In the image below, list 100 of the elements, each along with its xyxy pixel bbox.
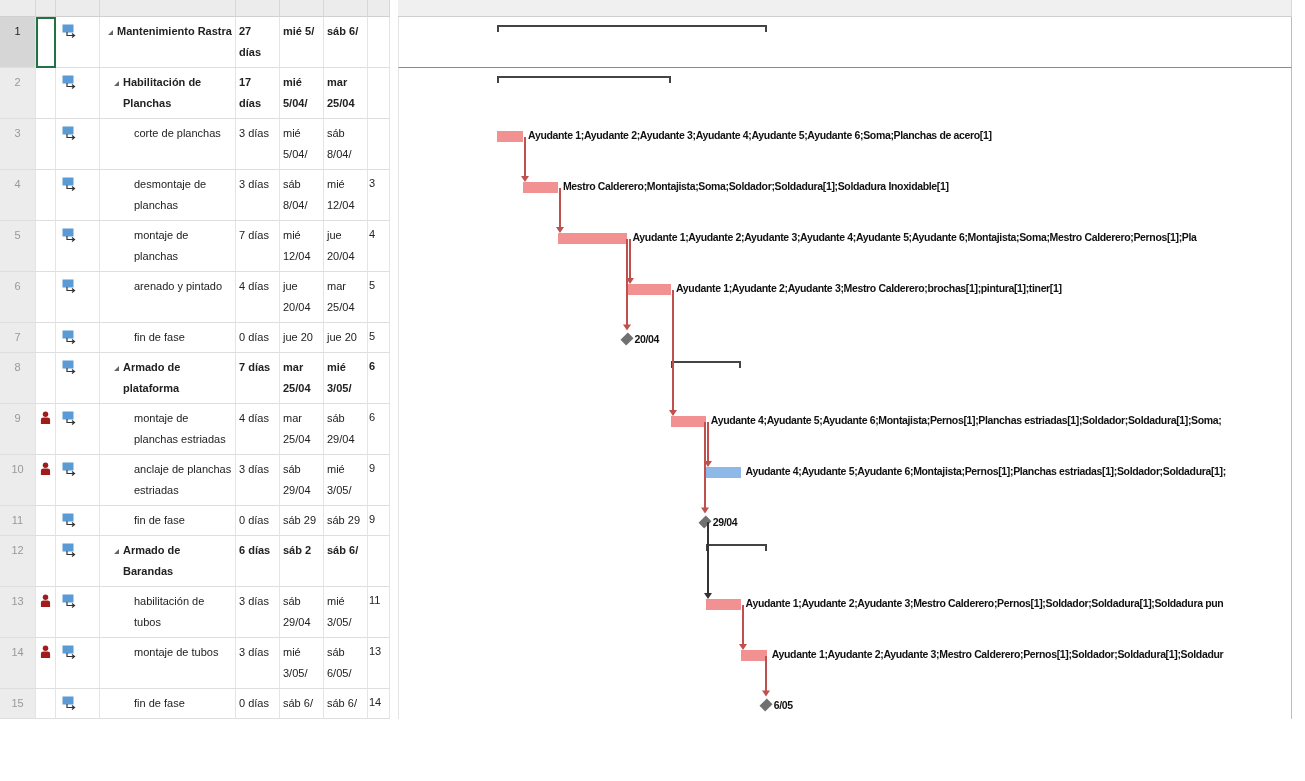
finish-date: mié 12/04: [327, 178, 355, 211]
task-name: desmontaje de planchas: [134, 177, 208, 213]
task-duration: 17 días: [239, 76, 261, 109]
row-number[interactable]: 12: [0, 536, 36, 587]
indicator-cell[interactable]: [36, 353, 56, 404]
indicator-cell[interactable]: [36, 455, 56, 506]
task-name: habilitación de tubos: [134, 594, 206, 630]
indicator-cell[interactable]: [36, 221, 56, 272]
collapse-icon[interactable]: [114, 549, 119, 554]
task-name: anclaje de planchas estriadas: [134, 462, 232, 498]
task-mode-icon: [62, 279, 76, 293]
task-duration: 3 días: [239, 646, 269, 658]
task-name: fin de fase: [134, 513, 185, 528]
indicator-cell[interactable]: [36, 404, 56, 455]
start-date: mié 5/04/: [283, 127, 308, 160]
task-bar[interactable]: [557, 233, 628, 244]
task-bar[interactable]: [671, 416, 706, 427]
task-mode-icon: [62, 228, 76, 242]
task-duration: 3 días: [239, 463, 269, 475]
task-duration: 27 días: [239, 25, 261, 58]
start-date: sáb 6/: [283, 697, 313, 709]
start-date: sáb 2: [283, 544, 312, 556]
indicator-cell[interactable]: [36, 17, 56, 68]
row-number[interactable]: 15: [0, 689, 36, 719]
row-number[interactable]: 6: [0, 272, 36, 323]
task-mode-icon: [62, 126, 76, 140]
person-icon: [40, 645, 51, 658]
column-header[interactable]: [236, 0, 280, 17]
row-number[interactable]: 14: [0, 638, 36, 689]
indicator-cell[interactable]: [36, 170, 56, 221]
finish-date: mié 3/05/: [327, 361, 352, 394]
row-number[interactable]: 2: [0, 68, 36, 119]
task-name: montaje de planchas estriadas: [134, 411, 227, 447]
finish-date: mié 3/05/: [327, 595, 352, 628]
task-bar[interactable]: [740, 650, 767, 661]
start-date: mié 3/05/: [283, 646, 308, 679]
predecessors: 4: [369, 228, 376, 240]
task-name: montaje de tubos: [134, 645, 219, 660]
indicator-cell[interactable]: [36, 689, 56, 719]
row-number[interactable]: 3: [0, 119, 36, 170]
task-mode-icon: [62, 594, 76, 608]
row-number[interactable]: 4: [0, 170, 36, 221]
indicator-cell[interactable]: [36, 638, 56, 689]
task-mode-icon: [62, 513, 76, 527]
summary-bar: [705, 544, 767, 551]
indicator-cell[interactable]: [36, 536, 56, 587]
task-name: Mantenimiento Rastra: [117, 24, 232, 39]
predecessors: 14: [369, 696, 382, 708]
indicator-cell[interactable]: [36, 587, 56, 638]
milestone-date: 20/04: [634, 332, 660, 346]
task-duration: 7 días: [239, 229, 269, 241]
column-header[interactable]: [36, 0, 56, 17]
task-bar[interactable]: [627, 284, 671, 295]
start-date: sáb 29/04: [283, 595, 311, 628]
finish-date: sáb 6/: [327, 697, 357, 709]
indicator-cell[interactable]: [36, 323, 56, 353]
person-icon: [40, 594, 51, 607]
task-mode-icon: [62, 177, 76, 191]
finish-date: jue 20: [327, 331, 357, 343]
task-mode-icon: [62, 645, 76, 659]
task-duration: 4 días: [239, 280, 269, 292]
row-number[interactable]: 5: [0, 221, 36, 272]
row-number[interactable]: 13: [0, 587, 36, 638]
finish-date: mar 25/04: [327, 76, 355, 109]
indicator-cell[interactable]: [36, 506, 56, 536]
start-date: mar 25/04: [283, 412, 311, 445]
task-duration: 3 días: [239, 127, 269, 139]
collapse-icon[interactable]: [108, 30, 113, 35]
row-number[interactable]: 8: [0, 353, 36, 404]
start-date: sáb 29: [283, 514, 317, 526]
column-header[interactable]: [280, 0, 324, 17]
column-header[interactable]: [100, 0, 236, 17]
task-bar[interactable]: [497, 131, 524, 142]
indicator-cell[interactable]: [36, 119, 56, 170]
finish-date: mié 3/05/: [327, 463, 352, 496]
person-icon: [40, 462, 51, 475]
resource-label: Mestro Calderero;Montajista;Soma;Soldador;Soldadura[1];Soldadura Inoxidable[1]: [562, 179, 949, 193]
milestone-date: 29/04: [712, 515, 738, 529]
row-number[interactable]: 10: [0, 455, 36, 506]
column-header[interactable]: [0, 0, 36, 17]
row-number[interactable]: 7: [0, 323, 36, 353]
task-bar[interactable]: [705, 467, 741, 478]
task-mode-icon: [62, 696, 76, 710]
task-name: fin de fase: [134, 696, 185, 711]
resource-label: Ayudante 1;Ayudante 2;Ayudante 3;Ayudante 4;Ayudante 5;Ayudante 6;Montajista;Soma;Mestro Calderero;Pernos[1];Pla: [632, 230, 1197, 244]
start-date: sáb 8/04/: [283, 178, 308, 211]
collapse-icon[interactable]: [114, 81, 119, 86]
row-number[interactable]: 11: [0, 506, 36, 536]
indicator-cell[interactable]: [36, 68, 56, 119]
column-header[interactable]: [324, 0, 368, 17]
task-bar[interactable]: [705, 599, 741, 610]
task-name: corte de planchas: [134, 126, 221, 141]
column-header[interactable]: [368, 0, 390, 17]
task-mode-icon: [62, 330, 76, 344]
row-number[interactable]: 9: [0, 404, 36, 455]
indicator-cell[interactable]: [36, 272, 56, 323]
row-number[interactable]: 1: [0, 17, 36, 68]
start-date: sáb 29/04: [283, 463, 311, 496]
collapse-icon[interactable]: [114, 366, 119, 371]
resource-label: Ayudante 1;Ayudante 2;Ayudante 3;Mestro Calderero;brochas[1];pintura[1];tiner[1]: [676, 281, 1062, 295]
